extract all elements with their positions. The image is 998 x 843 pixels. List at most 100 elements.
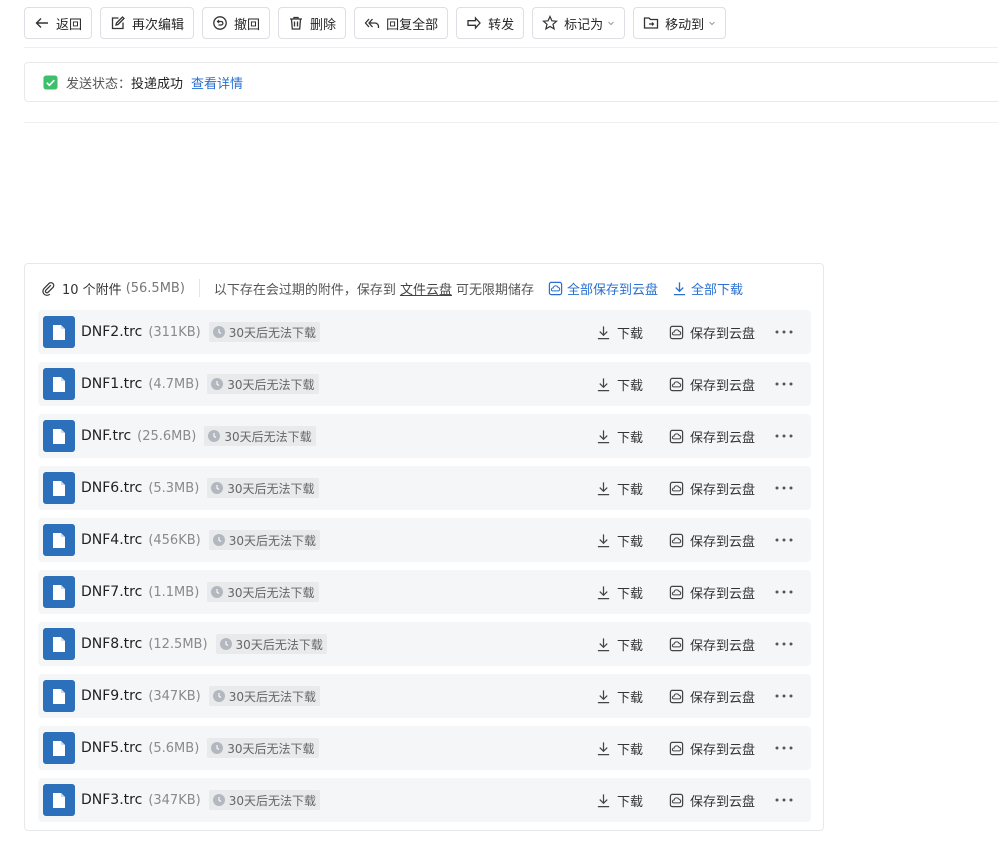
cloud-save-icon bbox=[669, 741, 684, 755]
attachment-count: 10 个附件 bbox=[62, 282, 122, 298]
more-options-button[interactable] bbox=[775, 687, 793, 705]
reply-all-button[interactable]: 回复全部 bbox=[354, 7, 449, 39]
attachments-header: 10 个附件 (56.5MB) 以下存在会过期的附件，保存到 文件云盘 可无限期… bbox=[41, 278, 811, 298]
more-options-button[interactable] bbox=[775, 375, 793, 393]
delete-button[interactable]: 删除 bbox=[278, 7, 347, 39]
attachment-row[interactable]: DNF7.trc (1.1MB) 30天后无法下载 下载 保存到云盘 bbox=[38, 570, 811, 614]
file-cloud-link[interactable]: 文件云盘 bbox=[400, 279, 452, 298]
file-size: (4.7MB) bbox=[148, 376, 200, 392]
mark-as-button[interactable]: 标记为 bbox=[532, 7, 626, 39]
more-icon bbox=[775, 486, 793, 490]
move-to-label: 移动到 bbox=[665, 17, 705, 33]
save-to-cloud-button[interactable]: 保存到云盘 bbox=[669, 791, 755, 810]
download-label: 下载 bbox=[616, 378, 643, 394]
download-button[interactable]: 下载 bbox=[596, 791, 643, 810]
file-size: (347KB) bbox=[148, 688, 201, 704]
file-icon bbox=[43, 368, 75, 400]
download-icon bbox=[597, 793, 610, 807]
file-name[interactable]: DNF5.trc bbox=[81, 740, 142, 756]
row-actions: 下载 保存到云盘 bbox=[596, 622, 793, 666]
attachments-panel: 10 个附件 (56.5MB) 以下存在会过期的附件，保存到 文件云盘 可无限期… bbox=[24, 263, 824, 831]
cloud-save-icon bbox=[669, 585, 684, 599]
more-options-button[interactable] bbox=[775, 583, 793, 601]
more-icon bbox=[775, 330, 793, 334]
more-options-button[interactable] bbox=[775, 791, 793, 809]
save-to-cloud-button[interactable]: 保存到云盘 bbox=[669, 375, 755, 394]
row-actions: 下载 保存到云盘 bbox=[596, 362, 793, 406]
file-name[interactable]: DNF3.trc bbox=[81, 792, 142, 808]
file-name[interactable]: DNF9.trc bbox=[81, 688, 142, 704]
more-options-button[interactable] bbox=[775, 323, 793, 341]
edit-again-button[interactable]: 再次编辑 bbox=[100, 7, 195, 39]
download-button[interactable]: 下载 bbox=[596, 635, 643, 654]
more-options-button[interactable] bbox=[775, 479, 793, 497]
save-to-cloud-button[interactable]: 保存到云盘 bbox=[669, 323, 755, 342]
expire-badge: 30天后无法下载 bbox=[208, 530, 320, 550]
attachment-row[interactable]: DNF3.trc (347KB) 30天后无法下载 下载 保存到云盘 bbox=[38, 778, 811, 822]
download-button[interactable]: 下载 bbox=[596, 739, 643, 758]
attachment-row[interactable]: DNF9.trc (347KB) 30天后无法下载 下载 保存到云盘 bbox=[38, 674, 811, 718]
download-icon bbox=[597, 481, 610, 495]
file-name[interactable]: DNF1.trc bbox=[81, 376, 142, 392]
file-name[interactable]: DNF8.trc bbox=[81, 636, 142, 652]
file-size: (347KB) bbox=[148, 792, 201, 808]
expire-badge: 30天后无法下载 bbox=[207, 738, 319, 758]
save-to-cloud-button[interactable]: 保存到云盘 bbox=[669, 635, 755, 654]
check-icon bbox=[43, 74, 58, 90]
forward-icon bbox=[467, 16, 481, 30]
toolbar: 返回 再次编辑 撤回 删除 回复全部 转发 标记为 移动到 bbox=[24, 7, 727, 39]
back-button[interactable]: 返回 bbox=[24, 7, 93, 39]
file-icon bbox=[43, 472, 75, 504]
move-to-button[interactable]: 移动到 bbox=[633, 7, 727, 39]
cloud-save-icon bbox=[669, 429, 684, 443]
attachment-row[interactable]: DNF8.trc (12.5MB) 30天后无法下载 下载 保存到云盘 bbox=[38, 622, 811, 666]
expire-badge: 30天后无法下载 bbox=[208, 790, 320, 810]
download-button[interactable]: 下载 bbox=[596, 375, 643, 394]
download-button[interactable]: 下载 bbox=[596, 687, 643, 706]
more-options-button[interactable] bbox=[775, 635, 793, 653]
edit-again-label: 再次编辑 bbox=[132, 17, 185, 33]
save-to-cloud-button[interactable]: 保存到云盘 bbox=[669, 531, 755, 550]
save-to-cloud-button[interactable]: 保存到云盘 bbox=[669, 479, 755, 498]
save-to-cloud-button[interactable]: 保存到云盘 bbox=[669, 583, 755, 602]
attachment-row[interactable]: DNF4.trc (456KB) 30天后无法下载 下载 保存到云盘 bbox=[38, 518, 811, 562]
file-name[interactable]: DNF2.trc bbox=[81, 324, 142, 340]
forward-button[interactable]: 转发 bbox=[456, 7, 525, 39]
file-name[interactable]: DNF6.trc bbox=[81, 480, 142, 496]
more-options-button[interactable] bbox=[775, 427, 793, 445]
file-name[interactable]: DNF.trc bbox=[81, 428, 131, 444]
download-button[interactable]: 下载 bbox=[596, 323, 643, 342]
attachment-row[interactable]: DNF6.trc (5.3MB) 30天后无法下载 下载 保存到云盘 bbox=[38, 466, 811, 510]
recall-label: 撤回 bbox=[234, 17, 261, 33]
clock-icon bbox=[212, 326, 225, 338]
chevron-down-icon bbox=[608, 21, 614, 26]
save-to-cloud-button[interactable]: 保存到云盘 bbox=[669, 427, 755, 446]
save-all-to-cloud-button[interactable]: 全部保存到云盘 bbox=[548, 279, 658, 298]
attachment-row[interactable]: DNF1.trc (4.7MB) 30天后无法下载 下载 保存到云盘 bbox=[38, 362, 811, 406]
download-all-button[interactable]: 全部下载 bbox=[672, 279, 743, 298]
file-name[interactable]: DNF7.trc bbox=[81, 584, 142, 600]
more-options-button[interactable] bbox=[775, 531, 793, 549]
save-to-cloud-button[interactable]: 保存到云盘 bbox=[669, 687, 755, 706]
clock-icon bbox=[211, 742, 224, 754]
download-button[interactable]: 下载 bbox=[596, 479, 643, 498]
download-label: 下载 bbox=[616, 482, 643, 498]
attachment-row[interactable]: DNF5.trc (5.6MB) 30天后无法下载 下载 保存到云盘 bbox=[38, 726, 811, 770]
view-details-link[interactable]: 查看详情 bbox=[191, 73, 243, 92]
download-icon bbox=[597, 585, 610, 599]
expire-badge: 30天后无法下载 bbox=[208, 686, 320, 706]
attachment-row[interactable]: DNF.trc (25.6MB) 30天后无法下载 下载 保存到云盘 bbox=[38, 414, 811, 458]
download-label: 下载 bbox=[616, 690, 643, 706]
expire-text: 30天后无法下载 bbox=[228, 325, 316, 340]
more-options-button[interactable] bbox=[775, 739, 793, 757]
arrow-left-icon bbox=[35, 18, 48, 28]
file-name[interactable]: DNF4.trc bbox=[81, 532, 142, 548]
attachment-row[interactable]: DNF2.trc (311KB) 30天后无法下载 下载 保存到云盘 bbox=[38, 310, 811, 354]
save-to-cloud-button[interactable]: 保存到云盘 bbox=[669, 739, 755, 758]
download-button[interactable]: 下载 bbox=[596, 427, 643, 446]
recall-button[interactable]: 撤回 bbox=[202, 7, 271, 39]
clock-icon bbox=[211, 586, 224, 598]
download-button[interactable]: 下载 bbox=[596, 583, 643, 602]
download-button[interactable]: 下载 bbox=[596, 531, 643, 550]
edit-icon bbox=[111, 16, 125, 30]
